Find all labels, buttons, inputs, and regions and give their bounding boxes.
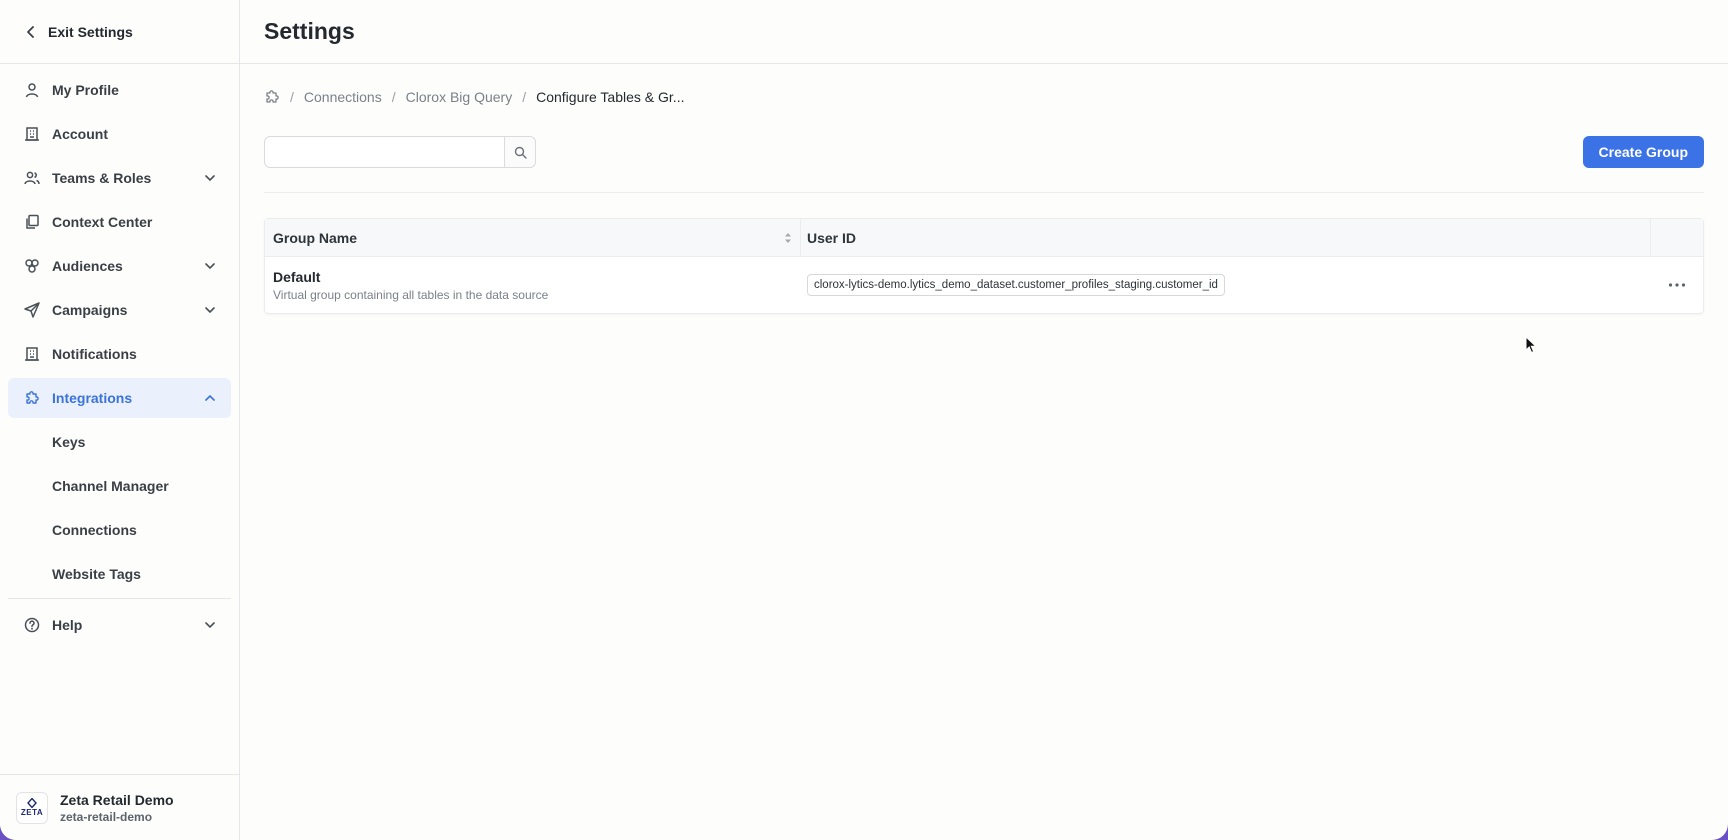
settings-sidebar: Exit Settings My Profile Account Teams &…	[0, 0, 240, 840]
settings-nav: My Profile Account Teams & Roles Context…	[0, 64, 239, 645]
sidebar-item-label: Help	[52, 617, 83, 633]
zeta-logo-text: ZETA	[20, 808, 44, 817]
search-input[interactable]	[265, 137, 504, 167]
column-header-actions	[1651, 219, 1703, 256]
breadcrumb-separator: /	[290, 89, 294, 105]
sidebar-item-label: Integrations	[52, 390, 133, 406]
sidebar-subitem-label: Connections	[52, 522, 137, 538]
breadcrumb-separator: /	[391, 89, 396, 105]
users-icon	[24, 171, 40, 185]
mouse-cursor-icon	[1525, 336, 1537, 354]
zeta-logo: ZETA	[16, 791, 48, 824]
sidebar-subitem-channel-manager[interactable]: Channel Manager	[8, 466, 231, 506]
sidebar-item-label: Account	[52, 126, 108, 142]
sidebar-item-campaigns[interactable]: Campaigns	[8, 290, 231, 330]
documents-icon	[26, 214, 39, 229]
puzzle-icon[interactable]	[264, 89, 280, 105]
paper-plane-icon	[24, 302, 40, 318]
more-horizontal-icon	[1668, 283, 1686, 287]
row-actions-button[interactable]	[1651, 283, 1703, 287]
chevron-down-icon	[205, 175, 215, 182]
user-id-cell: clorox-lytics-demo.lytics_demo_dataset.c…	[801, 274, 1651, 296]
building-icon	[25, 347, 39, 361]
sidebar-item-notifications[interactable]: Notifications	[8, 334, 231, 374]
divider	[264, 192, 1704, 193]
sidebar-item-label: My Profile	[52, 82, 119, 98]
table-row: Default Virtual group containing all tab…	[265, 257, 1703, 313]
chevron-left-icon	[27, 25, 34, 38]
audience-circles-icon	[25, 259, 39, 273]
user-icon	[25, 83, 39, 98]
sidebar-item-my-profile[interactable]: My Profile	[8, 70, 231, 110]
org-info: Zeta Retail Demo zeta-retail-demo	[60, 792, 174, 824]
groups-table: Group Name User ID Default Virtual group…	[264, 218, 1704, 314]
breadcrumb-clorox-big-query[interactable]: Clorox Big Query	[406, 89, 513, 105]
sidebar-item-label: Teams & Roles	[52, 170, 152, 186]
group-description: Virtual group containing all tables in t…	[273, 287, 549, 302]
sidebar-subitem-label: Keys	[52, 434, 86, 450]
sidebar-item-context-center[interactable]: Context Center	[8, 202, 231, 242]
sidebar-item-teams-roles[interactable]: Teams & Roles	[8, 158, 231, 198]
table-header: Group Name User ID	[265, 219, 1703, 257]
zeta-diamond-icon	[27, 798, 37, 808]
column-header-group-name[interactable]: Group Name	[265, 219, 801, 256]
create-group-button[interactable]: Create Group	[1582, 136, 1704, 168]
chevron-down-icon	[205, 263, 215, 270]
search-box	[264, 136, 536, 168]
breadcrumb: / Connections / Clorox Big Query / Confi…	[264, 89, 684, 105]
org-switcher[interactable]: ZETA Zeta Retail Demo zeta-retail-demo	[0, 774, 239, 840]
exit-settings-button[interactable]: Exit Settings	[0, 0, 239, 64]
sidebar-item-label: Context Center	[52, 214, 153, 230]
search-button[interactable]	[504, 137, 535, 167]
sidebar-item-help[interactable]: Help	[8, 605, 231, 645]
sidebar-subitem-label: Website Tags	[52, 566, 141, 582]
chevron-up-icon	[205, 394, 215, 401]
help-circle-icon	[24, 617, 40, 633]
sidebar-divider	[8, 598, 231, 599]
column-header-user-id: User ID	[801, 219, 1651, 256]
sidebar-item-account[interactable]: Account	[8, 114, 231, 154]
search-icon	[514, 146, 527, 159]
sidebar-item-integrations[interactable]: Integrations	[8, 378, 231, 418]
chevron-down-icon	[205, 307, 215, 314]
building-icon	[25, 127, 39, 141]
sidebar-subitem-connections[interactable]: Connections	[8, 510, 231, 550]
sidebar-subitem-website-tags[interactable]: Website Tags	[8, 554, 231, 594]
column-header-label: User ID	[807, 229, 857, 246]
sidebar-item-label: Campaigns	[52, 302, 128, 318]
sidebar-item-label: Notifications	[52, 346, 137, 362]
org-name: Zeta Retail Demo	[60, 791, 174, 808]
puzzle-icon	[26, 391, 39, 404]
app-window: Exit Settings My Profile Account Teams &…	[0, 0, 1728, 840]
column-header-label: Group Name	[273, 229, 358, 246]
sidebar-subitem-label: Channel Manager	[52, 478, 169, 494]
group-cell: Default Virtual group containing all tab…	[265, 269, 801, 302]
sort-icon[interactable]	[784, 231, 792, 245]
breadcrumb-separator: /	[522, 89, 527, 105]
breadcrumb-current: Configure Tables & Gr...	[536, 89, 685, 105]
page-title: Settings	[264, 18, 355, 44]
sidebar-item-label: Audiences	[52, 258, 123, 274]
main-content: Settings / Connections / Clorox Big Quer…	[240, 0, 1728, 840]
header: Settings	[240, 0, 1728, 64]
sidebar-item-audiences[interactable]: Audiences	[8, 246, 231, 286]
group-name: Default	[273, 268, 321, 285]
chevron-down-icon	[205, 622, 215, 629]
sidebar-subitem-keys[interactable]: Keys	[8, 422, 231, 462]
breadcrumb-connections[interactable]: Connections	[304, 89, 382, 105]
exit-settings-label: Exit Settings	[48, 23, 133, 40]
user-id-chip: clorox-lytics-demo.lytics_demo_dataset.c…	[807, 274, 1225, 296]
org-slug: zeta-retail-demo	[60, 809, 153, 824]
